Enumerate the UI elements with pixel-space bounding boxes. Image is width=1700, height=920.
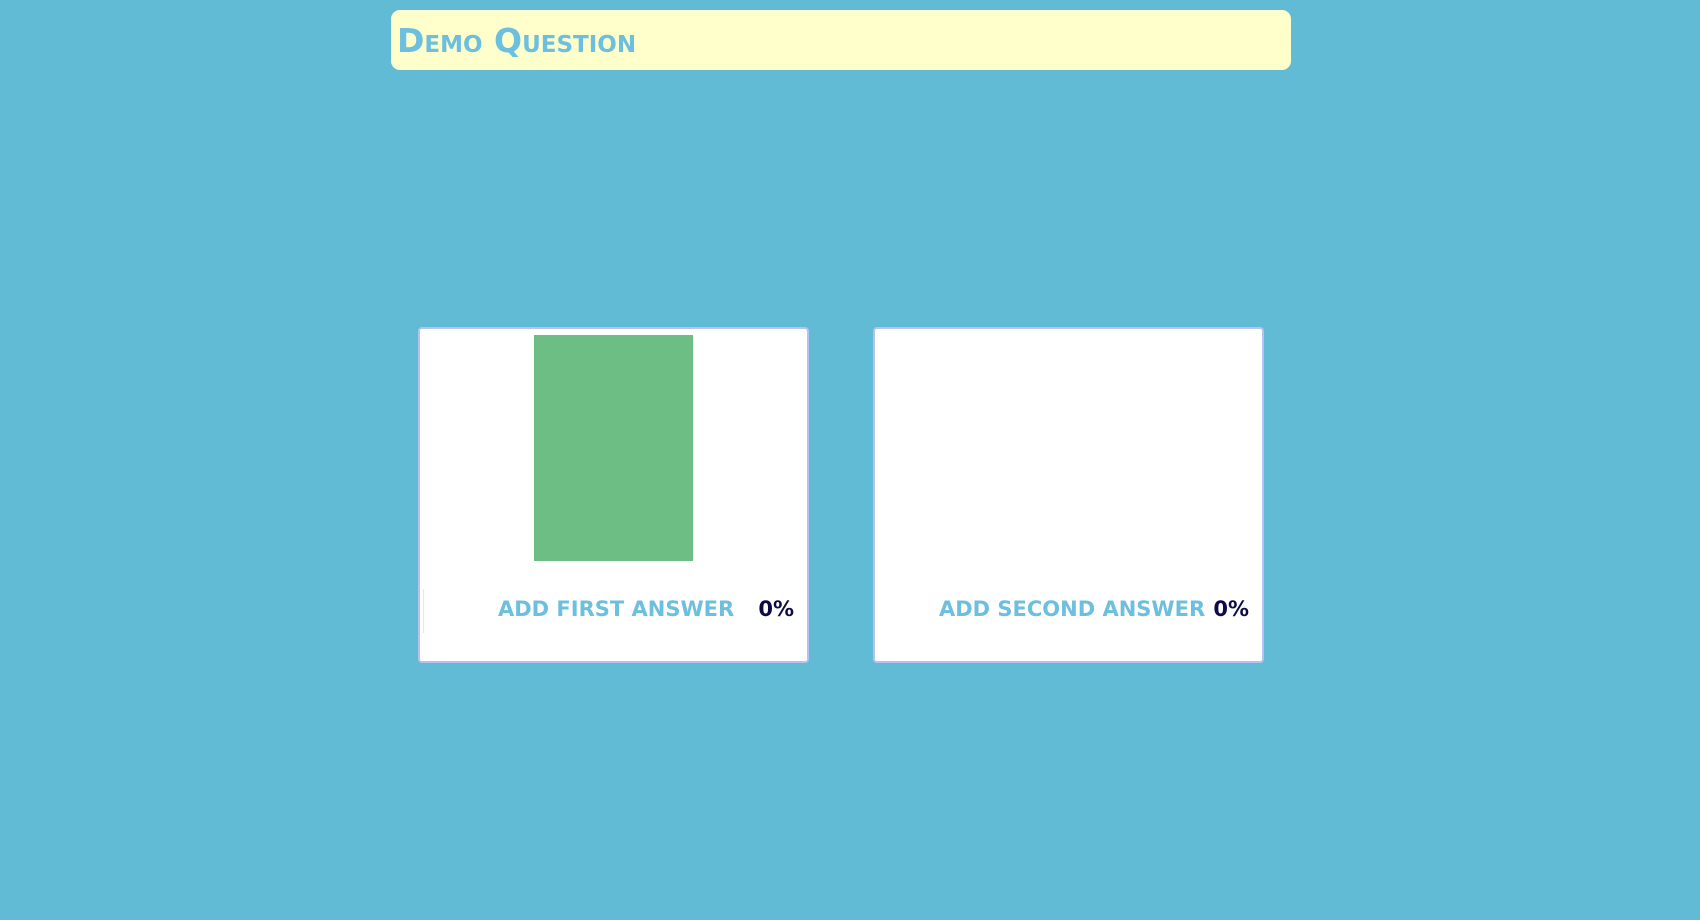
- result-bar-area: [420, 329, 807, 563]
- result-bar: [534, 335, 693, 561]
- answer-label-first[interactable]: Add first answer: [498, 599, 734, 620]
- question-title: Demo Question: [397, 21, 637, 60]
- answer-card-first[interactable]: Add first answer 0%: [418, 327, 809, 663]
- answer-label-second[interactable]: Add second answer: [939, 599, 1205, 620]
- result-bar-area: [875, 329, 1262, 563]
- answer-percent-first: 0%: [758, 597, 794, 621]
- answer-percent-second: 0%: [1213, 597, 1249, 621]
- answer-card-second[interactable]: Add second answer 0%: [873, 327, 1264, 663]
- divider: [423, 589, 424, 633]
- question-banner: Demo Question: [391, 10, 1291, 70]
